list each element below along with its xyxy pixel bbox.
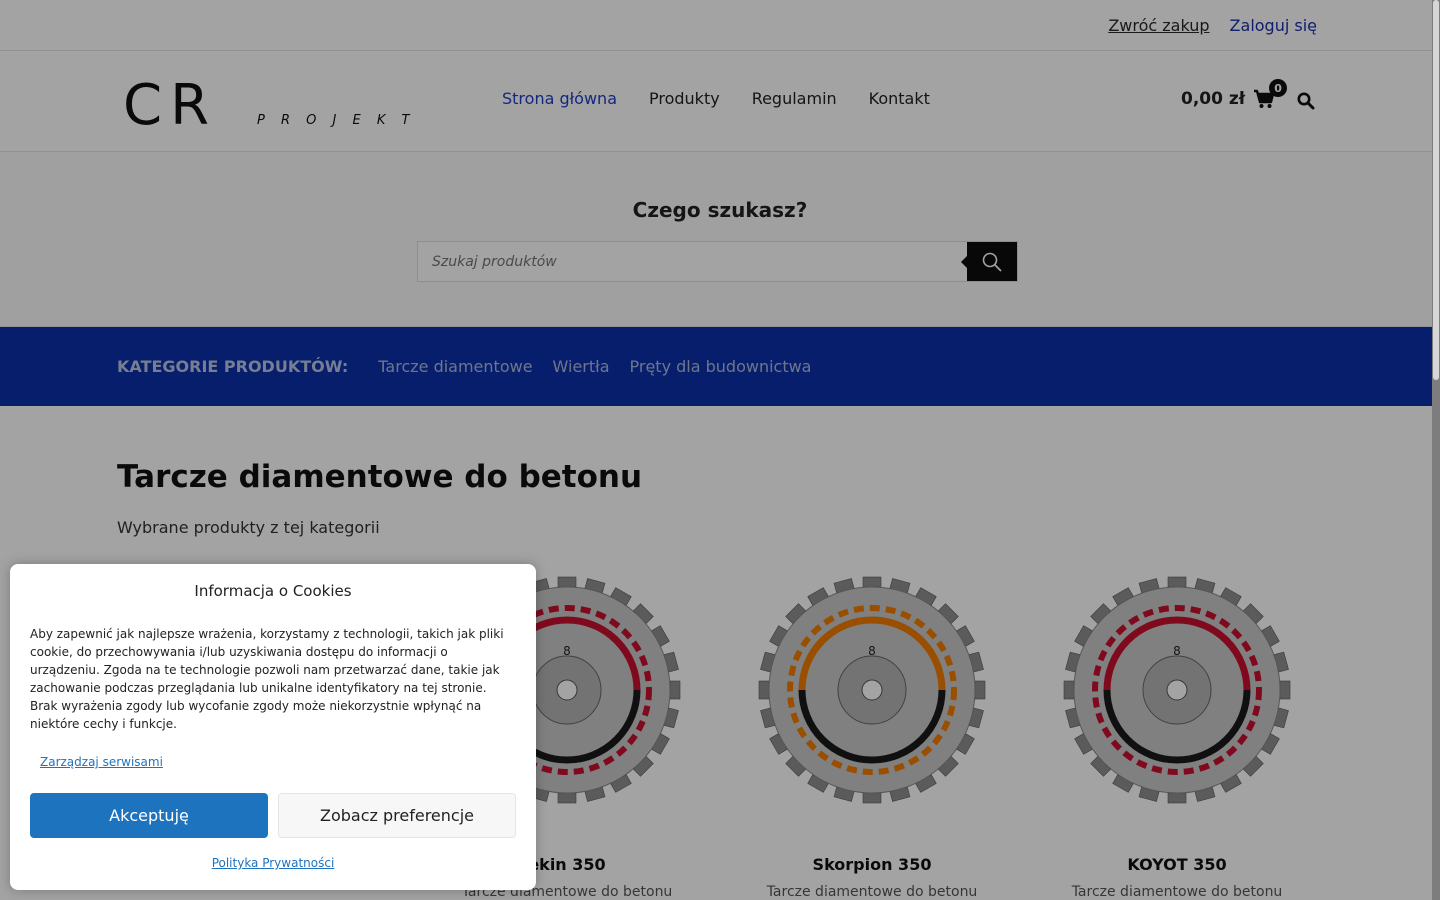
scrollbar-track[interactable]: [1432, 0, 1440, 900]
cookie-consent-dialog: Informacja o Cookies Aby zapewnić jak na…: [10, 564, 536, 890]
cookie-text: Aby zapewnić jak najlepsze wrażenia, kor…: [30, 627, 504, 731]
privacy-policy-link[interactable]: Polityka Prywatności: [212, 856, 335, 870]
accept-cookies-button[interactable]: Akceptuję: [30, 793, 268, 838]
cookie-title: Informacja o Cookies: [194, 582, 352, 600]
manage-services-link[interactable]: Zarządzaj serwisami: [40, 755, 163, 769]
cookie-buttons: Akceptuję Zobacz preferencje: [30, 793, 516, 838]
privacy-policy: Polityka Prywatności: [30, 856, 516, 870]
view-preferences-button[interactable]: Zobacz preferencje: [278, 793, 516, 838]
scrollbar-thumb[interactable]: [1433, 0, 1439, 380]
